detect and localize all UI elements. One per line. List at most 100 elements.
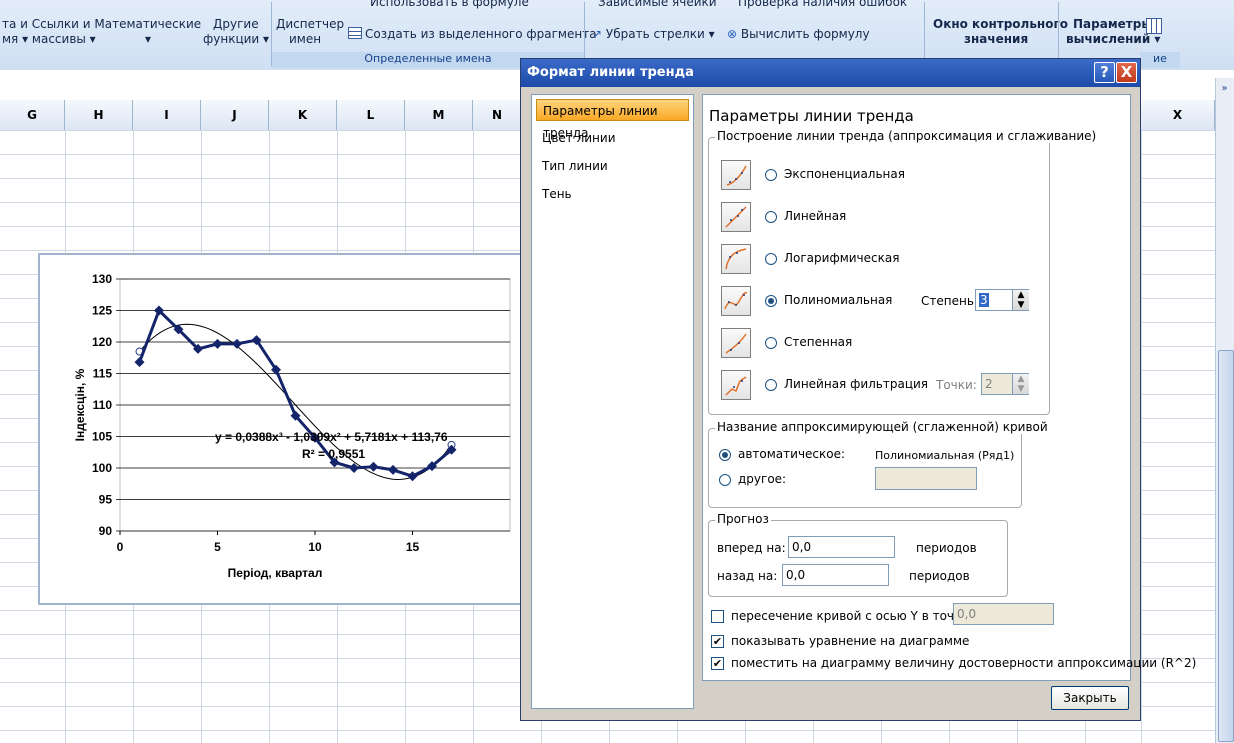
back-label: назад на: bbox=[717, 569, 778, 583]
polynomial-trend-icon[interactable] bbox=[721, 286, 751, 316]
y-tick-label: 95 bbox=[99, 493, 113, 507]
y-tick-label: 130 bbox=[92, 272, 112, 286]
close-button[interactable]: Закрыть bbox=[1051, 686, 1129, 710]
other-functions-label-2[interactable]: функции ▾ bbox=[203, 32, 269, 46]
trend-name-group: Название аппроксимирующей (сглаженной) к… bbox=[708, 420, 1050, 508]
back-periods-label: периодов bbox=[909, 569, 970, 583]
nav-line-color[interactable]: Цвет линии bbox=[536, 127, 689, 149]
x-tick-label: 0 bbox=[117, 540, 124, 554]
moving-average-radio[interactable] bbox=[765, 379, 777, 391]
power-trend-icon[interactable] bbox=[721, 328, 751, 358]
y-tick-label: 120 bbox=[92, 335, 112, 349]
column-header-i[interactable]: I bbox=[133, 100, 201, 130]
math-dropdown-chevron[interactable]: ▾ bbox=[145, 32, 151, 46]
chart-area[interactable]: 90 95 100 105 110 115 120 125 130 0 5 10 15 Період, к… bbox=[38, 253, 522, 605]
auto-name-label[interactable]: автоматическое: bbox=[738, 447, 845, 461]
show-r2-checkbox[interactable]: ✔ bbox=[711, 657, 724, 670]
show-equation-checkbox[interactable]: ✔ bbox=[711, 635, 724, 648]
exponential-label[interactable]: Экспоненциальная bbox=[784, 167, 905, 181]
x-tick-label: 15 bbox=[406, 540, 420, 554]
logarithmic-radio[interactable] bbox=[765, 253, 777, 265]
auto-name-radio[interactable] bbox=[719, 449, 731, 461]
column-header-j[interactable]: J bbox=[201, 100, 269, 130]
help-button[interactable]: ? bbox=[1094, 62, 1115, 83]
dialog-title-bar[interactable]: Формат линии тренда ? X bbox=[521, 59, 1140, 87]
moving-average-trend-icon[interactable] bbox=[721, 370, 751, 400]
forecast-group-title: Прогноз bbox=[715, 512, 771, 526]
expand-ribbon-icon[interactable]: » bbox=[1216, 80, 1233, 98]
trend-type-group: Построение линии тренда (аппроксимация и… bbox=[708, 129, 1099, 415]
format-trendline-dialog: Формат линии тренда ? X Параметры линии … bbox=[520, 58, 1196, 721]
y-tick-label: 105 bbox=[92, 430, 112, 444]
calc-options-button-2[interactable]: вычислений ▾ bbox=[1066, 32, 1160, 46]
calculator-icon[interactable] bbox=[1146, 18, 1162, 34]
forecast-group: Прогноз вперед на: 0,0 периодов назад на… bbox=[708, 512, 1008, 597]
watch-window-button-2[interactable]: значения bbox=[964, 32, 1028, 46]
ribbon-functions-label[interactable]: та и Ссылки и Математические bbox=[2, 17, 201, 31]
evaluate-formula-button[interactable]: ⊗ Вычислить формулу bbox=[727, 27, 870, 41]
trace-dependents-button[interactable]: Зависимые ячейки bbox=[598, 0, 717, 9]
show-equation-label[interactable]: показывать уравнение на диаграмме bbox=[731, 634, 969, 648]
create-from-selection-button[interactable]: Создать из выделенного фрагмента bbox=[348, 27, 597, 41]
logarithmic-trend-icon[interactable] bbox=[721, 244, 751, 274]
column-header-l[interactable]: L bbox=[337, 100, 405, 130]
intercept-checkbox[interactable] bbox=[711, 610, 724, 623]
scrollbar-thumb[interactable] bbox=[1218, 350, 1234, 742]
name-manager-label[interactable]: Диспетчер bbox=[276, 17, 344, 31]
exponential-trend-icon[interactable] bbox=[721, 160, 751, 190]
logarithmic-label[interactable]: Логарифмическая bbox=[784, 251, 899, 265]
exponential-radio[interactable] bbox=[765, 169, 777, 181]
y-tick-label: 125 bbox=[92, 304, 112, 318]
power-label[interactable]: Степенная bbox=[784, 335, 852, 349]
nav-trendline-options[interactable]: Параметры линии тренда bbox=[536, 99, 689, 140]
other-functions-label[interactable]: Другие bbox=[213, 17, 259, 31]
back-input[interactable]: 0,0 bbox=[782, 564, 889, 586]
x-axis-label: Період, квартал bbox=[228, 566, 323, 580]
custom-name-label[interactable]: другое: bbox=[738, 472, 786, 486]
remove-arrows-button[interactable]: ↗ Убрать стрелки ▾ bbox=[592, 27, 715, 41]
custom-name-input[interactable] bbox=[875, 467, 977, 490]
dialog-title: Формат линии тренда bbox=[527, 65, 694, 80]
y-tick-label: 100 bbox=[92, 461, 112, 475]
polynomial-label[interactable]: Полиномиальная bbox=[784, 293, 892, 307]
content-heading: Параметры линии тренда bbox=[709, 107, 914, 125]
forward-periods-label: периодов bbox=[916, 541, 977, 555]
column-header-n[interactable]: N bbox=[473, 100, 521, 130]
trend-equation: y = 0,0388x³ - 1,0309x² + 5,7181x + 113,… bbox=[215, 430, 448, 444]
linear-trend-icon[interactable] bbox=[721, 202, 751, 232]
degree-spinner[interactable]: ▲ ▼ bbox=[1012, 290, 1029, 310]
dialog-content-panel: Параметры линии тренда Построение линии … bbox=[702, 94, 1196, 681]
ribbon-functions-label-2[interactable]: мя ▾ массивы ▾ bbox=[2, 32, 96, 46]
y-tick-label: 115 bbox=[93, 367, 113, 381]
forward-input[interactable]: 0,0 bbox=[788, 536, 895, 558]
close-icon[interactable]: X bbox=[1116, 62, 1137, 83]
use-in-formula-button[interactable]: Использовать в формуле bbox=[370, 0, 529, 9]
custom-name-radio[interactable] bbox=[719, 474, 731, 486]
trend-chart[interactable]: 90 95 100 105 110 115 120 125 130 0 5 10 15 Період, к… bbox=[40, 255, 520, 603]
intercept-label[interactable]: пересечение кривой с осью Y в точке: bbox=[731, 609, 973, 623]
column-header-k[interactable]: K bbox=[269, 100, 337, 130]
column-header-g[interactable]: G bbox=[0, 100, 65, 130]
power-radio[interactable] bbox=[765, 337, 777, 349]
column-header-h[interactable]: H bbox=[65, 100, 133, 130]
nav-line-style[interactable]: Тип линии bbox=[536, 155, 689, 177]
y-tick-label: 110 bbox=[93, 398, 113, 412]
column-header-m[interactable]: M bbox=[405, 100, 473, 130]
linear-radio[interactable] bbox=[765, 211, 777, 223]
forward-label: вперед на: bbox=[717, 541, 786, 555]
polynomial-radio[interactable] bbox=[765, 295, 777, 307]
intercept-input[interactable]: 0,0 bbox=[953, 603, 1054, 625]
show-r2-label[interactable]: поместить на диаграмму величину достовер… bbox=[731, 656, 1196, 670]
arrows-icon: ↗ bbox=[592, 27, 603, 41]
error-checking-button[interactable]: Проверка наличия ошибок bbox=[738, 0, 907, 9]
column-header-x[interactable]: X bbox=[1141, 100, 1215, 130]
linear-label[interactable]: Линейная bbox=[784, 209, 846, 223]
name-manager-label-2[interactable]: имен bbox=[289, 32, 321, 46]
points-spinner[interactable]: ▲ ▼ bbox=[1012, 374, 1029, 394]
moving-average-label[interactable]: Линейная фильтрация bbox=[784, 377, 928, 391]
watch-window-button[interactable]: Окно контрольного bbox=[933, 17, 1068, 31]
calc-options-button[interactable]: Параметры bbox=[1073, 17, 1152, 31]
y-axis-label: Індексцін, % bbox=[73, 368, 87, 441]
nav-shadow[interactable]: Тень bbox=[536, 183, 689, 205]
auto-name-value: Полиномиальная (Ряд1) bbox=[875, 449, 1015, 462]
